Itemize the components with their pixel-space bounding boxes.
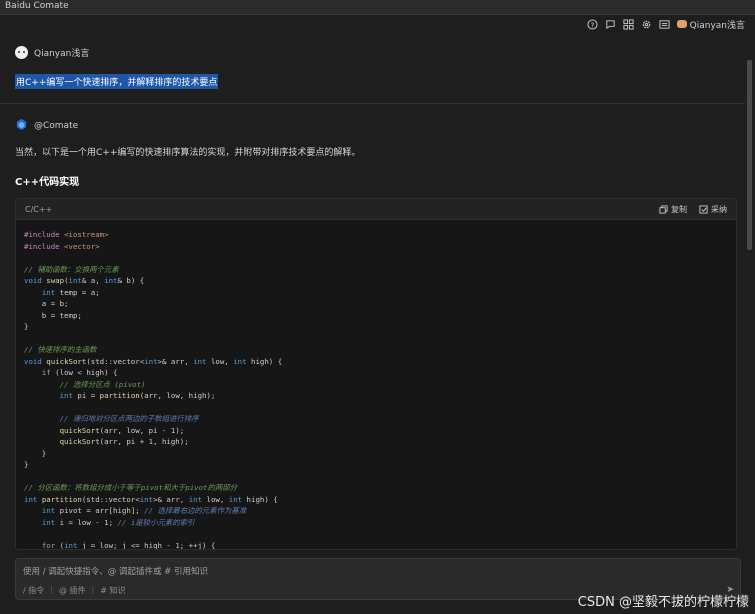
- code-line: // 选择分区点 (pivot): [59, 379, 146, 389]
- watermark: CSDN @坚毅不拔的柠檬柠檬: [577, 595, 749, 610]
- code-line: // 分区函数：将数组分成小于等于pivot和大于pivot的两部分: [24, 483, 238, 492]
- account-name: Qianyan浅言: [689, 20, 745, 31]
- user-avatar: [15, 46, 28, 59]
- chat-icon[interactable]: [605, 18, 617, 30]
- history-icon[interactable]: [659, 18, 671, 30]
- checkbox-icon: [699, 204, 708, 214]
- section-title: C++代码实现: [15, 177, 80, 188]
- input-shortcuts: / 指令 | @ 插件 | # 知识: [23, 585, 126, 596]
- top-toolbar: ? Qianyan浅言: [587, 16, 745, 32]
- account-menu[interactable]: Qianyan浅言: [676, 18, 745, 31]
- adopt-button[interactable]: 采纳: [699, 204, 727, 215]
- shortcut-command[interactable]: / 指令: [23, 585, 44, 596]
- shortcut-knowledge[interactable]: # 知识: [100, 585, 125, 596]
- svg-text:?: ?: [591, 20, 595, 29]
- code-line: quickSort(arr, low, pi - 1);: [59, 425, 185, 435]
- divider: [0, 103, 745, 104]
- copy-icon: [659, 204, 668, 214]
- code-line: #include <vector>: [24, 241, 100, 251]
- window-title: Baidu Comate: [5, 1, 69, 11]
- plugins-icon[interactable]: [623, 18, 635, 30]
- help-icon[interactable]: ?: [587, 18, 599, 30]
- avatar: [676, 20, 687, 28]
- title-bar: Baidu Comate: [0, 0, 755, 15]
- code-header: C/C++ 复制 采纳: [16, 199, 736, 220]
- code-line: void swap(int& a, int& b) {: [24, 276, 145, 285]
- bot-name: @Comate: [34, 121, 79, 131]
- user-header: Qianyan浅言: [15, 46, 89, 59]
- code-line: int temp = a;: [41, 287, 100, 297]
- user-name: Qianyan浅言: [34, 49, 90, 59]
- bot-header: @Comate: [15, 118, 78, 134]
- code-line: }: [24, 448, 47, 458]
- input-placeholder: 使用 / 调起快捷指令、@ 调起插件或 # 引用知识: [23, 567, 208, 577]
- code-line: int pivot = arr[high]; // 选择最右边的元素作为基准: [41, 506, 247, 515]
- code-line: if (low < high) {: [41, 368, 118, 377]
- code-line: int pi = partition(arr, low, high);: [59, 391, 216, 400]
- copy-label: 复制: [671, 204, 687, 214]
- shortcut-plugin[interactable]: @ 插件: [59, 585, 86, 596]
- code-line: b = temp;: [24, 310, 82, 320]
- code-line: int i = low - 1; // i是较小元素的索引: [41, 517, 195, 527]
- adopt-label: 采纳: [711, 204, 727, 214]
- code-content: #include <iostream> #include <vector> // …: [16, 220, 736, 550]
- code-line: // 快速排序的主函数: [24, 345, 97, 354]
- scrollbar[interactable]: [747, 60, 752, 250]
- gear-icon[interactable]: [641, 18, 653, 30]
- copy-button[interactable]: 复制: [659, 204, 687, 215]
- bot-intro: 当然，以下是一个用C++编写的快速排序算法的实现，并附带对排序技术要点的解释。: [15, 148, 361, 158]
- comate-logo-icon: [15, 118, 28, 134]
- code-language: C/C++: [25, 204, 53, 214]
- code-line: void quickSort(std::vector<int>& arr, in…: [24, 356, 283, 366]
- code-block: C/C++ 复制 采纳 #include <iostream> #include …: [15, 198, 737, 550]
- code-line: quickSort(arr, pi + 1, high);: [59, 437, 189, 446]
- code-line: for (int j = low; j <= high - 1; ++j) {: [41, 540, 216, 550]
- code-line: }: [24, 322, 29, 331]
- user-message: 用C++编写一个快速排序，并解释排序的技术要点: [15, 74, 219, 89]
- code-line: }: [24, 460, 29, 469]
- code-line: a = b;: [24, 299, 69, 308]
- code-line: int partition(std::vector<int>& arr, int…: [24, 494, 278, 504]
- code-line: // 辅助函数：交换两个元素: [24, 264, 119, 274]
- code-line: #include <iostream>: [24, 230, 109, 239]
- code-line: // 递归地对分区点两边的子数组进行排序: [59, 414, 199, 423]
